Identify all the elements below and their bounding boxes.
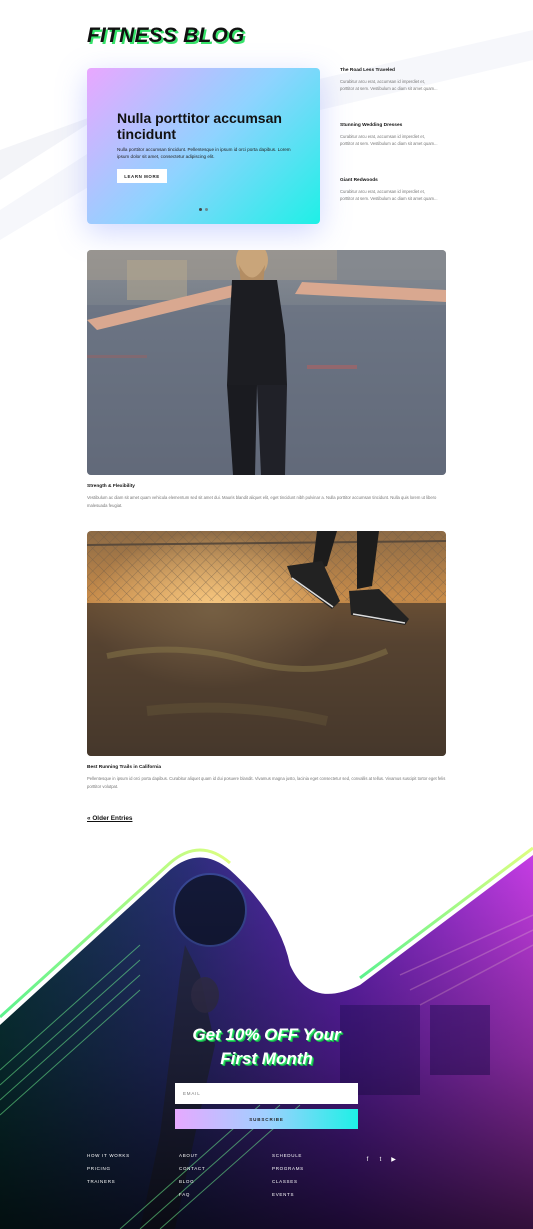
- sidebar-post-excerpt: Curabitur arcu erat, accumsan id imperdi…: [340, 189, 438, 202]
- youtube-icon[interactable]: ▶: [390, 1156, 397, 1163]
- sidebar-post-title[interactable]: Stunning Wedding Dresses: [340, 123, 440, 128]
- slider-dot-1[interactable]: [199, 208, 202, 211]
- slide-text: Nulla porttitor accumsan tincidunt. Pell…: [117, 147, 291, 159]
- footer-link[interactable]: CLASSES: [272, 1179, 304, 1184]
- featured-slider[interactable]: Nulla porttitor accumsan tincidunt Nulla…: [87, 68, 320, 224]
- post-title[interactable]: Strength & Flexibility: [87, 484, 135, 489]
- post-image-running[interactable]: [87, 531, 446, 756]
- post-image-stretching[interactable]: [87, 250, 446, 475]
- footer-link[interactable]: FAQ: [179, 1192, 205, 1197]
- email-field[interactable]: [175, 1083, 358, 1104]
- facebook-icon[interactable]: f: [364, 1156, 371, 1163]
- learn-more-button[interactable]: LEARN MORE: [117, 169, 167, 183]
- footer-link[interactable]: HOW IT WORKS: [87, 1153, 130, 1158]
- sidebar-post-excerpt: Curabitur arcu erat, accumsan id imperdi…: [340, 79, 438, 92]
- footer-link[interactable]: BLOG: [179, 1179, 205, 1184]
- stretching-photo: [87, 250, 446, 475]
- footer-link[interactable]: CONTACT: [179, 1166, 205, 1171]
- slider-dot-2[interactable]: [205, 208, 208, 211]
- footer-link[interactable]: TRAINERS: [87, 1179, 130, 1184]
- promo-line-2: First Month: [220, 1049, 313, 1068]
- footer-link[interactable]: PROGRAMS: [272, 1166, 304, 1171]
- slider-pagination: [199, 208, 208, 211]
- footer-link[interactable]: PRICING: [87, 1166, 130, 1171]
- sidebar-post[interactable]: Stunning Wedding Dresses Curabitur arcu …: [340, 123, 440, 148]
- promo-line-1: Get 10% OFF Your: [192, 1025, 341, 1044]
- post-title[interactable]: Best Running Trails in California: [87, 765, 161, 770]
- promo-heading: Get 10% OFF Your First Month: [0, 1023, 533, 1071]
- sidebar-post-title[interactable]: Giant Redwoods: [340, 178, 440, 183]
- footer-column-3: SCHEDULE PROGRAMS CLASSES EVENTS: [272, 1153, 304, 1205]
- footer-link[interactable]: EVENTS: [272, 1192, 304, 1197]
- social-links: f t ▶: [364, 1156, 397, 1164]
- subscribe-button[interactable]: SUBSCRIBE: [175, 1109, 358, 1129]
- post-excerpt: Vestibulum ac diam sit amet quam vehicul…: [87, 495, 437, 508]
- page-title: FITNESS BLOG: [87, 24, 245, 47]
- footer-link[interactable]: ABOUT: [179, 1153, 205, 1158]
- twitter-icon[interactable]: t: [377, 1156, 384, 1163]
- sidebar-post[interactable]: The Road Less Traveled Curabitur arcu er…: [340, 68, 440, 93]
- sidebar-post-title[interactable]: The Road Less Traveled: [340, 68, 440, 73]
- sidebar-post[interactable]: Giant Redwoods Curabitur arcu erat, accu…: [340, 178, 440, 203]
- running-photo: [87, 531, 446, 756]
- older-entries-link[interactable]: « Older Entries: [87, 815, 132, 822]
- footer-link[interactable]: SCHEDULE: [272, 1153, 304, 1158]
- footer-column-1: HOW IT WORKS PRICING TRAINERS: [87, 1153, 130, 1192]
- sidebar-post-excerpt: Curabitur arcu erat, accumsan id imperdi…: [340, 134, 438, 147]
- slide-title: Nulla porttitor accumsan tincidunt: [117, 110, 282, 142]
- footer-column-2: ABOUT CONTACT BLOG FAQ: [179, 1153, 205, 1205]
- post-excerpt: Pellentesque in ipsum id orci porta dapi…: [87, 776, 446, 789]
